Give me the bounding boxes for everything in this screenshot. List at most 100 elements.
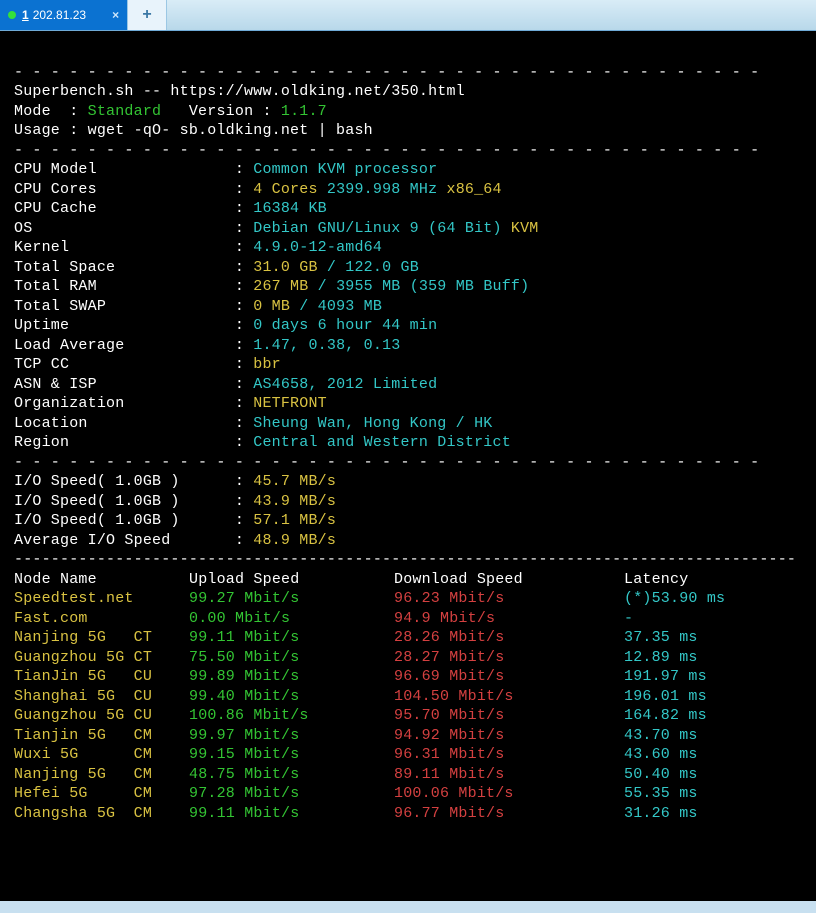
node-name: Tianjin 5G CM — [14, 726, 189, 746]
speed-row: Fast.com0.00 Mbit/s94.9 Mbit/s- — [14, 609, 802, 629]
speed-table: Node NameUpload SpeedDownload SpeedLaten… — [14, 570, 802, 824]
speed-row: Guangzhou 5G CT75.50 Mbit/s28.27 Mbit/s1… — [14, 648, 802, 668]
sysinfo-row: Uptime : 0 days 6 hour 44 min — [14, 317, 437, 334]
download-speed: 95.70 Mbit/s — [394, 706, 624, 726]
latency: (*)53.90 ms — [624, 589, 802, 609]
tab-ip: 202.81.23 — [33, 8, 86, 22]
system-info-block: CPU Model : Common KVM processor CPU Cor… — [14, 160, 802, 453]
speed-row: Shanghai 5G CU99.40 Mbit/s104.50 Mbit/s1… — [14, 687, 802, 707]
download-speed: 96.69 Mbit/s — [394, 667, 624, 687]
node-name: Nanjing 5G CM — [14, 765, 189, 785]
io-row: I/O Speed( 1.0GB ) : 45.7 MB/s — [14, 473, 336, 490]
separator: ----------------------------------------… — [14, 551, 796, 568]
node-name: Hefei 5G CM — [14, 784, 189, 804]
sysinfo-row: CPU Cache : 16384 KB — [14, 200, 327, 217]
col-latency: Latency — [624, 570, 802, 590]
separator: - - - - - - - - - - - - - - - - - - - - … — [14, 454, 759, 471]
sysinfo-row: CPU Cores : 4 Cores 2399.998 MHz x86_64 — [14, 181, 502, 198]
node-name: Speedtest.net — [14, 589, 189, 609]
speed-row: Guangzhou 5G CU100.86 Mbit/s95.70 Mbit/s… — [14, 706, 802, 726]
sysinfo-row: TCP CC : bbr — [14, 356, 281, 373]
upload-speed: 99.89 Mbit/s — [189, 667, 394, 687]
latency: 43.60 ms — [624, 745, 802, 765]
sysinfo-row: Total SWAP : 0 MB / 4093 MB — [14, 298, 382, 315]
new-tab-button[interactable]: + — [128, 0, 167, 30]
latency: 164.82 ms — [624, 706, 802, 726]
node-name: TianJin 5G CU — [14, 667, 189, 687]
sysinfo-row: CPU Model : Common KVM processor — [14, 161, 437, 178]
col-download: Download Speed — [394, 570, 624, 590]
col-node: Node Name — [14, 570, 189, 590]
separator: - - - - - - - - - - - - - - - - - - - - … — [14, 142, 759, 159]
io-row: I/O Speed( 1.0GB ) : 57.1 MB/s — [14, 512, 336, 529]
speed-row: Nanjing 5G CT99.11 Mbit/s28.26 Mbit/s37.… — [14, 628, 802, 648]
latency: 196.01 ms — [624, 687, 802, 707]
speed-row: Speedtest.net99.27 Mbit/s96.23 Mbit/s(*)… — [14, 589, 802, 609]
header-title: Superbench.sh -- https://www.oldking.net… — [14, 83, 465, 100]
upload-speed: 100.86 Mbit/s — [189, 706, 394, 726]
sysinfo-row: OS : Debian GNU/Linux 9 (64 Bit) KVM — [14, 220, 539, 237]
tab-index: 1 — [22, 8, 29, 22]
upload-speed: 99.40 Mbit/s — [189, 687, 394, 707]
sysinfo-row: Organization : NETFRONT — [14, 395, 327, 412]
mode-label: Mode : — [14, 103, 88, 120]
download-speed: 100.06 Mbit/s — [394, 784, 624, 804]
close-icon[interactable]: × — [112, 8, 119, 22]
speed-header-row: Node NameUpload SpeedDownload SpeedLaten… — [14, 570, 802, 590]
node-name: Changsha 5G CM — [14, 804, 189, 824]
upload-speed: 75.50 Mbit/s — [189, 648, 394, 668]
status-dot-icon — [8, 11, 16, 19]
node-name: Guangzhou 5G CU — [14, 706, 189, 726]
upload-speed: 99.97 Mbit/s — [189, 726, 394, 746]
download-speed: 94.9 Mbit/s — [394, 609, 624, 629]
upload-speed: 99.27 Mbit/s — [189, 589, 394, 609]
io-row: I/O Speed( 1.0GB ) : 43.9 MB/s — [14, 493, 336, 510]
speed-row: Wuxi 5G CM99.15 Mbit/s96.31 Mbit/s43.60 … — [14, 745, 802, 765]
download-speed: 96.23 Mbit/s — [394, 589, 624, 609]
download-speed: 104.50 Mbit/s — [394, 687, 624, 707]
latency: 12.89 ms — [624, 648, 802, 668]
node-name: Wuxi 5G CM — [14, 745, 189, 765]
download-speed: 89.11 Mbit/s — [394, 765, 624, 785]
terminal-output: - - - - - - - - - - - - - - - - - - - - … — [0, 31, 816, 901]
upload-speed: 99.11 Mbit/s — [189, 804, 394, 824]
latency: 50.40 ms — [624, 765, 802, 785]
separator: - - - - - - - - - - - - - - - - - - - - … — [14, 64, 759, 81]
sysinfo-row: Total Space : 31.0 GB / 122.0 GB — [14, 259, 419, 276]
latency: 191.97 ms — [624, 667, 802, 687]
latency: 43.70 ms — [624, 726, 802, 746]
io-row: Average I/O Speed : 48.9 MB/s — [14, 532, 336, 549]
col-upload: Upload Speed — [189, 570, 394, 590]
node-name: Nanjing 5G CT — [14, 628, 189, 648]
io-speed-block: I/O Speed( 1.0GB ) : 45.7 MB/s I/O Speed… — [14, 472, 802, 550]
mode-value: Standard — [88, 103, 162, 120]
speed-row: Tianjin 5G CM99.97 Mbit/s94.92 Mbit/s43.… — [14, 726, 802, 746]
version-value: 1.1.7 — [281, 103, 327, 120]
latency: 55.35 ms — [624, 784, 802, 804]
tab-bar: 1 202.81.23 × + — [0, 0, 816, 31]
upload-speed: 48.75 Mbit/s — [189, 765, 394, 785]
download-speed: 28.27 Mbit/s — [394, 648, 624, 668]
sysinfo-row: Location : Sheung Wan, Hong Kong / HK — [14, 415, 493, 432]
upload-speed: 99.11 Mbit/s — [189, 628, 394, 648]
sysinfo-row: Load Average : 1.47, 0.38, 0.13 — [14, 337, 400, 354]
sysinfo-row: Total RAM : 267 MB / 3955 MB (359 MB Buf… — [14, 278, 529, 295]
download-speed: 94.92 Mbit/s — [394, 726, 624, 746]
speed-row: TianJin 5G CU99.89 Mbit/s96.69 Mbit/s191… — [14, 667, 802, 687]
node-name: Fast.com — [14, 609, 189, 629]
speed-row: Changsha 5G CM99.11 Mbit/s96.77 Mbit/s31… — [14, 804, 802, 824]
upload-speed: 0.00 Mbit/s — [189, 609, 394, 629]
latency: 37.35 ms — [624, 628, 802, 648]
sysinfo-row: Region : Central and Western District — [14, 434, 511, 451]
download-speed: 28.26 Mbit/s — [394, 628, 624, 648]
upload-speed: 99.15 Mbit/s — [189, 745, 394, 765]
sysinfo-row: ASN & ISP : AS4658, 2012 Limited — [14, 376, 437, 393]
download-speed: 96.31 Mbit/s — [394, 745, 624, 765]
tab-session-1[interactable]: 1 202.81.23 × — [0, 0, 128, 30]
upload-speed: 97.28 Mbit/s — [189, 784, 394, 804]
sysinfo-row: Kernel : 4.9.0-12-amd64 — [14, 239, 382, 256]
latency: - — [624, 609, 802, 629]
node-name: Guangzhou 5G CT — [14, 648, 189, 668]
node-name: Shanghai 5G CU — [14, 687, 189, 707]
download-speed: 96.77 Mbit/s — [394, 804, 624, 824]
